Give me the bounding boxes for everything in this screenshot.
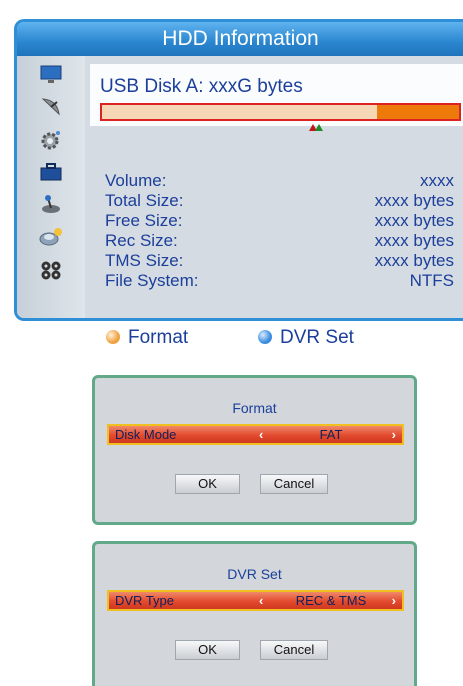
- info-label: Total Size:: [105, 191, 184, 210]
- info-value: xxxx: [420, 171, 454, 190]
- disk-label: USB Disk A: xxxG bytes: [100, 76, 303, 97]
- usage-fill: [376, 105, 459, 119]
- panel-title: HDD Information: [17, 22, 463, 56]
- info-value: NTFS: [409, 271, 454, 290]
- dvr-set-dialog: DVR Set DVR Type ‹ REC & TMS › OK Cancel: [92, 541, 417, 686]
- film-reel-icon[interactable]: [39, 259, 63, 281]
- format-dialog-title: Format: [232, 400, 277, 416]
- dvr-set-dialog-title: DVR Set: [227, 566, 282, 582]
- format-legend-label: Format: [128, 327, 189, 348]
- disk-mode-label: Disk Mode: [115, 427, 177, 442]
- disk-summary: USB Disk A: xxxG bytes: [90, 64, 463, 131]
- ok-button[interactable]: OK: [175, 474, 240, 494]
- info-label: Rec Size:: [105, 231, 178, 250]
- usage-marker-green: [315, 124, 323, 131]
- info-label: TMS Size:: [105, 251, 184, 270]
- gear-icon[interactable]: [39, 129, 63, 151]
- dvr-type-selector[interactable]: DVR Type ‹ REC & TMS ›: [107, 590, 404, 611]
- monitor-icon[interactable]: [39, 64, 63, 86]
- orange-button-icon: [106, 330, 120, 344]
- cancel-button[interactable]: Cancel: [260, 474, 328, 494]
- chevron-right-icon[interactable]: ›: [392, 592, 396, 609]
- format-dialog: Format Disk Mode ‹ FAT › OK Cancel: [92, 375, 417, 525]
- info-value: xxxx bytes: [374, 231, 454, 250]
- cancel-button[interactable]: Cancel: [260, 640, 328, 660]
- info-row-total-size: Total Size: xxxx bytes: [105, 191, 454, 211]
- format-legend[interactable]: Format: [106, 327, 188, 349]
- usb-disk-icon[interactable]: [39, 226, 63, 248]
- toolbox-icon[interactable]: [39, 161, 63, 183]
- info-row-rec-size: Rec Size: xxxx bytes: [105, 231, 454, 251]
- info-row-file-system: File System: NTFS: [105, 271, 454, 291]
- chevron-left-icon[interactable]: ‹: [259, 426, 263, 443]
- blue-button-icon: [258, 330, 272, 344]
- info-label: File System:: [105, 271, 199, 290]
- info-row-free-size: Free Size: xxxx bytes: [105, 211, 454, 231]
- info-row-volume: Volume: xxxx: [105, 171, 454, 191]
- ok-button[interactable]: OK: [175, 640, 240, 660]
- info-value: xxxx bytes: [374, 211, 454, 230]
- info-value: xxxx bytes: [374, 191, 454, 210]
- disk-info-list: Volume: xxxx Total Size: xxxx bytes Free…: [105, 171, 454, 291]
- dvr-set-legend-label: DVR Set: [280, 327, 354, 348]
- dvr-set-legend[interactable]: DVR Set: [258, 327, 354, 349]
- disk-mode-selector[interactable]: Disk Mode ‹ FAT ›: [107, 424, 404, 445]
- usage-bar: [100, 103, 461, 131]
- chevron-left-icon[interactable]: ‹: [259, 592, 263, 609]
- dvr-type-label: DVR Type: [115, 593, 175, 608]
- disk-mode-value: FAT: [319, 427, 343, 442]
- joystick-icon[interactable]: [39, 193, 63, 215]
- info-label: Free Size:: [105, 211, 183, 230]
- satellite-dish-icon[interactable]: [39, 96, 63, 118]
- info-value: xxxx bytes: [374, 251, 454, 270]
- info-label: Volume:: [105, 171, 167, 190]
- dvr-type-value: REC & TMS: [295, 593, 367, 608]
- hdd-info-panel: HDD Information USB Disk A: xxxG bytes V…: [14, 19, 463, 321]
- hdd-details: USB Disk A: xxxG bytes Volume: xxxx Tota…: [85, 56, 463, 318]
- info-row-tms-size: TMS Size: xxxx bytes: [105, 251, 454, 271]
- menu-sidebar: [17, 56, 85, 318]
- chevron-right-icon[interactable]: ›: [392, 426, 396, 443]
